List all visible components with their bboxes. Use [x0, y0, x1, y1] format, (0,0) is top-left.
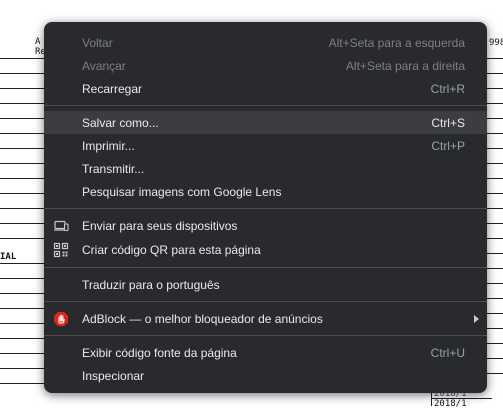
menu-item-send-to-devices[interactable]: Enviar para seus dispositivos: [44, 214, 487, 237]
menu-item-shortcut: Ctrl+P: [431, 138, 465, 153]
menu-item-reload[interactable]: Recarregar Ctrl+R: [44, 77, 487, 100]
background-text-fragment: 2018/1: [434, 399, 467, 409]
menu-item-shortcut: Alt+Seta para a direita: [345, 58, 465, 73]
menu-item-label: Recarregar: [82, 81, 143, 96]
menu-item-label: Enviar para seus dispositivos: [82, 218, 238, 233]
menu-item-label: Avançar: [82, 58, 126, 73]
menu-item-label: Imprimir...: [82, 138, 135, 153]
menu-separator: [44, 335, 487, 336]
menu-item-translate[interactable]: Traduzir para o português: [44, 273, 487, 296]
qr-code-icon: [53, 242, 69, 258]
menu-item-label: Inspecionar: [82, 368, 145, 383]
menu-item-print[interactable]: Imprimir... Ctrl+P: [44, 134, 487, 157]
menu-item-label: Voltar: [82, 35, 113, 50]
menu-item-label: Salvar como...: [82, 115, 159, 130]
menu-item-adblock[interactable]: AdBlock — o melhor bloqueador de anúncio…: [44, 307, 487, 330]
background-text-fragment: 998: [489, 38, 503, 48]
menu-item-shortcut: Alt+Seta para a esquerda: [328, 35, 465, 50]
adblock-hand-icon: [53, 311, 69, 327]
menu-item-google-lens[interactable]: Pesquisar imagens com Google Lens: [44, 180, 487, 203]
menu-item-cast[interactable]: Transmitir...: [44, 157, 487, 180]
chevron-right-icon: [474, 314, 479, 323]
menu-separator: [44, 267, 487, 268]
menu-separator: [44, 208, 487, 209]
menu-item-shortcut: Ctrl+S: [431, 115, 465, 130]
menu-item-label: AdBlock — o melhor bloqueador de anúncio…: [82, 311, 323, 326]
menu-item-label: Transmitir...: [82, 161, 145, 176]
menu-item-qr-code[interactable]: Criar código QR para esta página: [44, 238, 487, 261]
menu-item-back[interactable]: Voltar Alt+Seta para a esquerda: [44, 31, 487, 54]
menu-item-inspect[interactable]: Inspecionar: [44, 364, 487, 387]
menu-item-save-as[interactable]: Salvar como... Ctrl+S: [44, 111, 487, 134]
menu-separator: [44, 105, 487, 106]
menu-item-label: Criar código QR para esta página: [82, 242, 261, 257]
background-text-fragment: A: [35, 37, 41, 47]
menu-item-label: Exibir código fonte da página: [82, 345, 237, 360]
context-menu: Voltar Alt+Seta para a esquerda Avançar …: [44, 22, 487, 393]
menu-item-label: Pesquisar imagens com Google Lens: [82, 184, 282, 199]
menu-separator: [44, 301, 487, 302]
menu-item-label: Traduzir para o português: [82, 277, 220, 292]
devices-icon: [53, 218, 69, 234]
menu-item-shortcut: Ctrl+R: [430, 81, 465, 96]
menu-item-forward[interactable]: Avançar Alt+Seta para a direita: [44, 54, 487, 77]
menu-item-shortcut: Ctrl+U: [430, 345, 465, 360]
background-text-fragment: IAL: [0, 252, 17, 262]
menu-item-view-source[interactable]: Exibir código fonte da página Ctrl+U: [44, 341, 487, 364]
